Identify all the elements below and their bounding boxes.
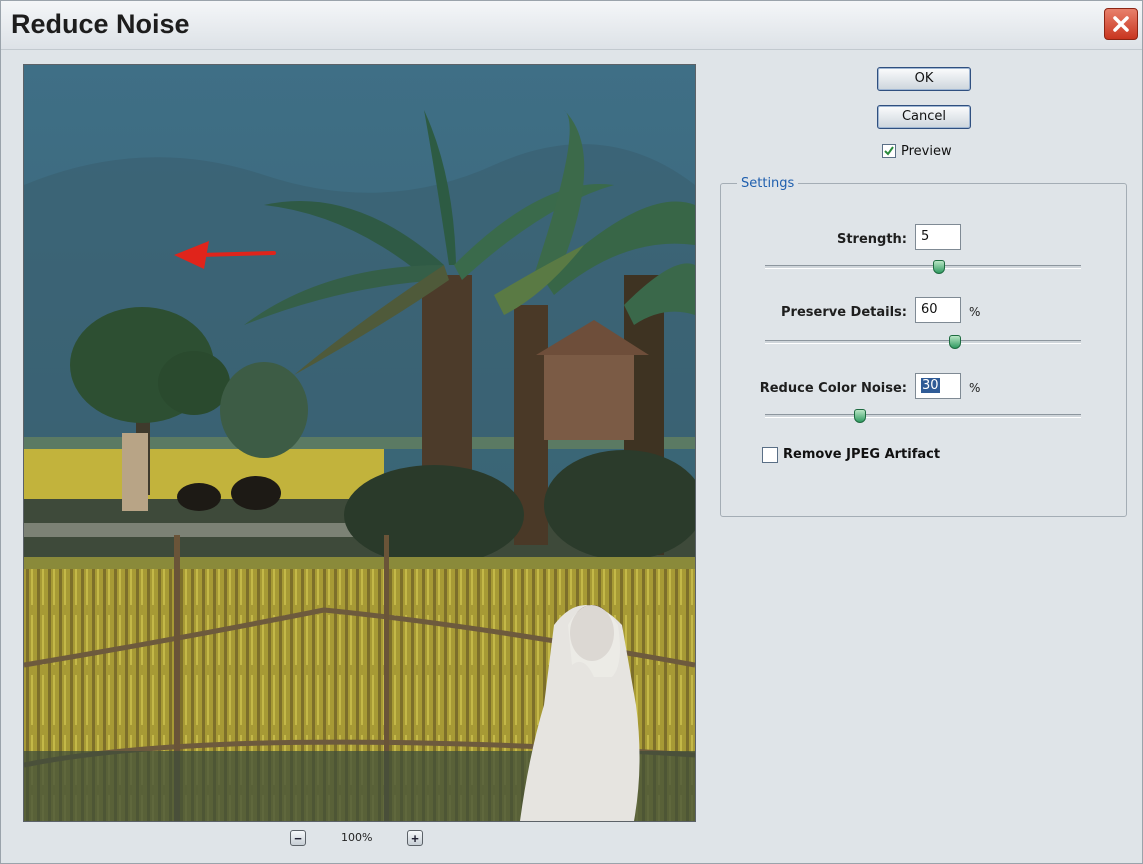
preserve-details-slider[interactable] — [765, 335, 1081, 349]
remove-jpeg-artifact-checkbox[interactable] — [762, 447, 778, 463]
close-icon — [1113, 16, 1129, 32]
preview-checkbox[interactable] — [882, 144, 896, 158]
preserve-details-slider-thumb[interactable] — [948, 335, 961, 349]
reduce-color-noise-slider[interactable] — [765, 409, 1081, 423]
strength-input[interactable]: 5 — [915, 224, 961, 250]
strength-slider-thumb[interactable] — [932, 260, 945, 274]
zoom-controls: − 100% + — [1, 830, 721, 850]
preview-image[interactable] — [23, 64, 696, 822]
preserve-details-label: Preserve Details: — [781, 305, 907, 320]
reduce-color-noise-label: Reduce Color Noise: — [759, 381, 907, 396]
plus-icon: + — [411, 830, 419, 846]
remove-jpeg-artifact-label: Remove JPEG Artifact — [783, 447, 941, 462]
reduce-color-noise-unit: % — [969, 381, 981, 395]
zoom-level: 100% — [341, 831, 373, 844]
cancel-button[interactable]: Cancel — [877, 105, 971, 129]
reduce-color-noise-value: 30 — [921, 378, 940, 393]
reduce-color-noise-input[interactable]: 30 — [915, 373, 961, 399]
strength-slider[interactable] — [765, 260, 1081, 274]
reduce-noise-dialog: Reduce Noise − 100% + OK Cancel Preview … — [0, 0, 1143, 864]
reduce-color-noise-slider-thumb[interactable] — [853, 409, 866, 423]
strength-label: Strength: — [836, 232, 907, 247]
dialog-title: Reduce Noise — [11, 9, 190, 39]
preview-label: Preview — [901, 144, 952, 159]
checkmark-icon — [884, 146, 894, 156]
preserve-details-unit: % — [969, 305, 981, 319]
zoom-in-button[interactable]: + — [407, 830, 423, 846]
settings-group-title: Settings — [737, 176, 799, 191]
close-button[interactable] — [1104, 8, 1138, 40]
title-bar[interactable]: Reduce Noise — [1, 1, 1142, 50]
ok-button[interactable]: OK — [877, 67, 971, 91]
preserve-details-input[interactable]: 60 — [915, 297, 961, 323]
minus-icon: − — [294, 830, 302, 846]
annotation-arrow-icon — [197, 251, 276, 257]
zoom-out-button[interactable]: − — [290, 830, 306, 846]
